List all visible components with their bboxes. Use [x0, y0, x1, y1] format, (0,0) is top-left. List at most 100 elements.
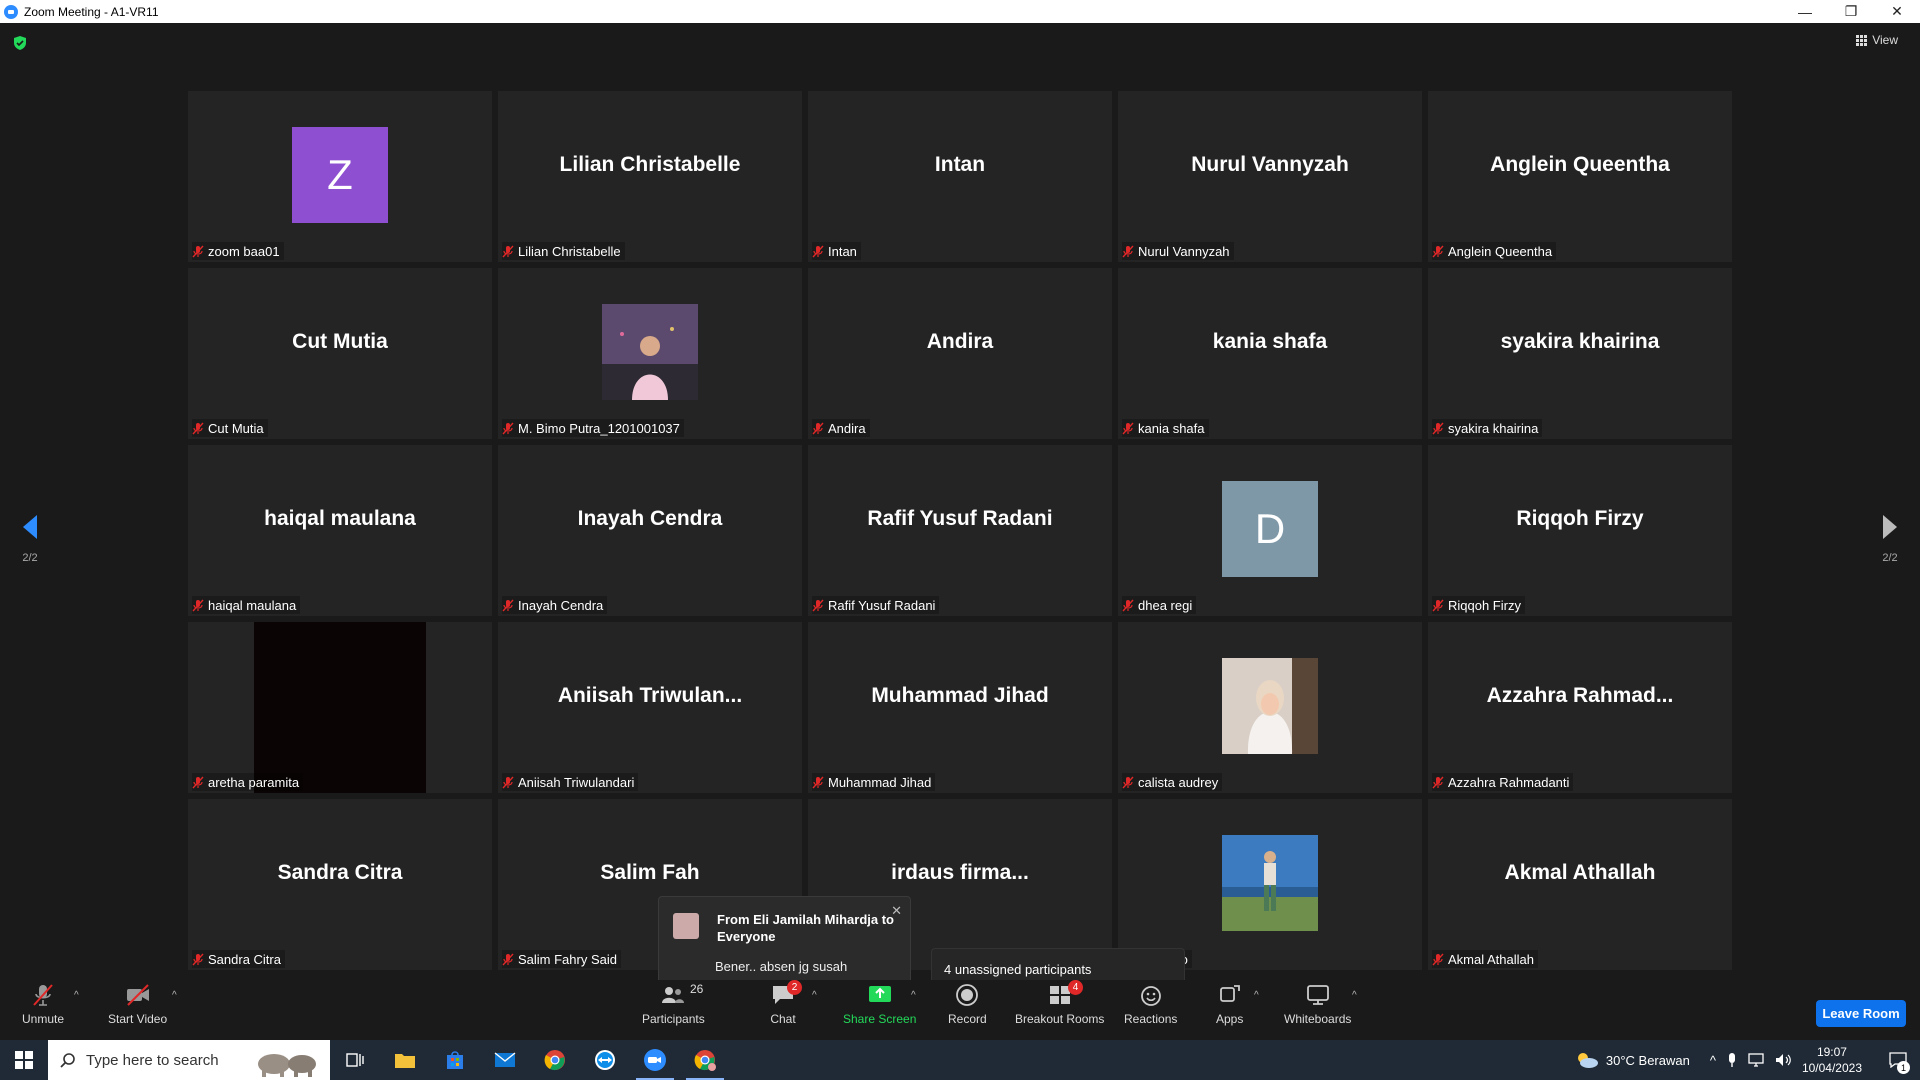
notification-center-button[interactable]: 1: [1876, 1040, 1920, 1080]
participant-tile[interactable]: aretha paramita: [188, 622, 492, 793]
apps-label: Apps: [1216, 1012, 1244, 1026]
reactions-label: Reactions: [1124, 1012, 1178, 1026]
view-button[interactable]: View: [1856, 33, 1898, 47]
muted-mic-icon: [812, 599, 824, 611]
taskbar-clock[interactable]: 19:07 10/04/2023: [1802, 1044, 1862, 1076]
participant-tile[interactable]: Muhammad Jihad Muhammad Jihad: [808, 622, 1112, 793]
chrome-button[interactable]: [530, 1040, 580, 1080]
mail-button[interactable]: [480, 1040, 530, 1080]
participant-display-name: Aniisah Triwulan...: [557, 683, 743, 707]
participant-tile[interactable]: syakira khairina syakira khairina: [1428, 268, 1732, 439]
chrome-profile-button[interactable]: [680, 1040, 730, 1080]
participant-tile[interactable]: Aniisah Triwulan... Aniisah Triwulandari: [498, 622, 802, 793]
whiteboards-button[interactable]: Whiteboards: [1284, 982, 1351, 1026]
elephants-search-highlight-icon: [258, 1054, 316, 1077]
next-page-button[interactable]: 2/2: [1876, 513, 1904, 564]
view-label: View: [1872, 33, 1898, 47]
network-icon[interactable]: [1748, 1052, 1766, 1068]
participant-name: Aniisah Triwulandari: [518, 774, 635, 790]
participant-tile[interactable]: calista audrey: [1118, 622, 1422, 793]
close-popup-icon[interactable]: ✕: [891, 903, 902, 919]
participant-name: Inayah Cendra: [518, 597, 604, 613]
participant-name-label: Sandra Citra: [192, 950, 285, 968]
participant-tile[interactable]: Zzoom baa01: [188, 91, 492, 262]
participant-tile[interactable]: Rafif Yusuf Radani Rafif Yusuf Radani: [808, 445, 1112, 616]
audio-options-caret-icon[interactable]: ^: [74, 990, 79, 1001]
share-screen-button[interactable]: Share Screen: [843, 982, 916, 1026]
record-button[interactable]: Record: [948, 982, 987, 1026]
previous-page-button[interactable]: 2/2: [16, 513, 44, 564]
participant-tile[interactable]: Ddhea regi: [1118, 445, 1422, 616]
chat-notification-popup[interactable]: From Eli Jamilah Mihardja to Everyone Be…: [658, 896, 911, 992]
page-indicator-left: 2/2: [22, 552, 38, 564]
participant-tile[interactable]: ad satrio: [1118, 799, 1422, 970]
participant-name-label: haiqal maulana: [192, 596, 301, 614]
participant-tile[interactable]: haiqal maulana haiqal maulana: [188, 445, 492, 616]
microphone-icon[interactable]: [1726, 1052, 1738, 1068]
muted-mic-icon: [1122, 422, 1134, 434]
whiteboards-label: Whiteboards: [1284, 1012, 1352, 1026]
participant-tile[interactable]: Anglein Queentha Anglein Queentha: [1428, 91, 1732, 262]
participant-tile[interactable]: kania shafa kania shafa: [1118, 268, 1422, 439]
microsoft-store-button[interactable]: [430, 1040, 480, 1080]
encryption-shield-icon[interactable]: [12, 35, 28, 51]
unmute-label: Unmute: [22, 1012, 65, 1026]
windows-start-button[interactable]: [0, 1040, 48, 1080]
participant-tile[interactable]: Riqqoh Firzy Riqqoh Firzy: [1428, 445, 1732, 616]
participant-display-name: Akmal Athallah: [1504, 860, 1656, 884]
taskbar-search-box[interactable]: Type here to search: [48, 1040, 330, 1080]
minimize-button[interactable]: —: [1782, 0, 1828, 23]
participant-tile[interactable]: M. Bimo Putra_1201001037: [498, 268, 802, 439]
weather-text[interactable]: 30°C Berawan: [1606, 1053, 1690, 1068]
start-video-button[interactable]: Start Video: [108, 982, 167, 1026]
search-placeholder: Type here to search: [86, 1051, 219, 1069]
participant-tile[interactable]: Azzahra Rahmad... Azzahra Rahmadanti: [1428, 622, 1732, 793]
whiteboards-options-caret-icon[interactable]: ^: [1352, 990, 1357, 1001]
muted-mic-icon: [502, 776, 514, 788]
title-bar: Zoom Meeting - A1-VR11 — ❐ ✕: [0, 0, 1920, 23]
participants-label: Participants: [642, 1012, 705, 1026]
reactions-button[interactable]: Reactions: [1124, 982, 1177, 1026]
zoom-taskbar-button[interactable]: [630, 1040, 680, 1080]
participant-tile[interactable]: Nurul Vannyzah Nurul Vannyzah: [1118, 91, 1422, 262]
breakout-rooms-button[interactable]: Breakout Rooms: [1015, 982, 1104, 1026]
participant-display-name: syakira khairina: [1500, 329, 1660, 353]
muted-mic-icon: [1122, 599, 1134, 611]
unmute-button[interactable]: Unmute: [22, 982, 64, 1026]
chat-options-caret-icon[interactable]: ^: [812, 990, 817, 1001]
participant-name: aretha paramita: [208, 774, 300, 790]
participant-name: Akmal Athallah: [1448, 951, 1534, 967]
share-screen-icon: [868, 986, 891, 1002]
participant-name-label: Azzahra Rahmadanti: [1432, 773, 1574, 791]
weather-cloud-icon[interactable]: [1574, 1050, 1600, 1070]
muted-mic-icon: [812, 776, 824, 788]
file-explorer-button[interactable]: [380, 1040, 430, 1080]
task-view-button[interactable]: [330, 1040, 380, 1080]
apps-options-caret-icon[interactable]: ^: [1254, 990, 1259, 1001]
participant-tile[interactable]: Lilian Christabelle Lilian Christabelle: [498, 91, 802, 262]
participant-name: Rafif Yusuf Radani: [828, 597, 936, 613]
participant-name: calista audrey: [1138, 774, 1219, 790]
restore-button[interactable]: ❐: [1828, 0, 1874, 23]
participant-name-label: Muhammad Jihad: [812, 773, 936, 791]
share-options-caret-icon[interactable]: ^: [911, 990, 916, 1001]
video-options-caret-icon[interactable]: ^: [172, 990, 177, 1001]
participant-tile[interactable]: Sandra Citra Sandra Citra: [188, 799, 492, 970]
chat-message: Bener.. absen jg susah: [715, 959, 848, 974]
page-indicator-right: 2/2: [1882, 552, 1898, 564]
participant-tile[interactable]: Intan Intan: [808, 91, 1112, 262]
teamviewer-button[interactable]: [580, 1040, 630, 1080]
show-hidden-icons[interactable]: ^: [1710, 1053, 1716, 1068]
task-view-icon: [346, 1053, 364, 1067]
participant-display-name: Inayah Cendra: [577, 506, 723, 530]
participant-tile[interactable]: Akmal Athallah Akmal Athallah: [1428, 799, 1732, 970]
leave-room-button[interactable]: Leave Room: [1816, 1000, 1906, 1027]
participant-tile[interactable]: Andira Andira: [808, 268, 1112, 439]
volume-icon[interactable]: [1774, 1052, 1792, 1068]
participant-name-label: Rafif Yusuf Radani: [812, 596, 940, 614]
participant-tile[interactable]: Inayah Cendra Inayah Cendra: [498, 445, 802, 616]
apps-button[interactable]: Apps: [1216, 982, 1243, 1026]
zoom-app-icon: [4, 4, 18, 19]
participant-tile[interactable]: Cut Mutia Cut Mutia: [188, 268, 492, 439]
close-window-button[interactable]: ✕: [1874, 0, 1920, 23]
